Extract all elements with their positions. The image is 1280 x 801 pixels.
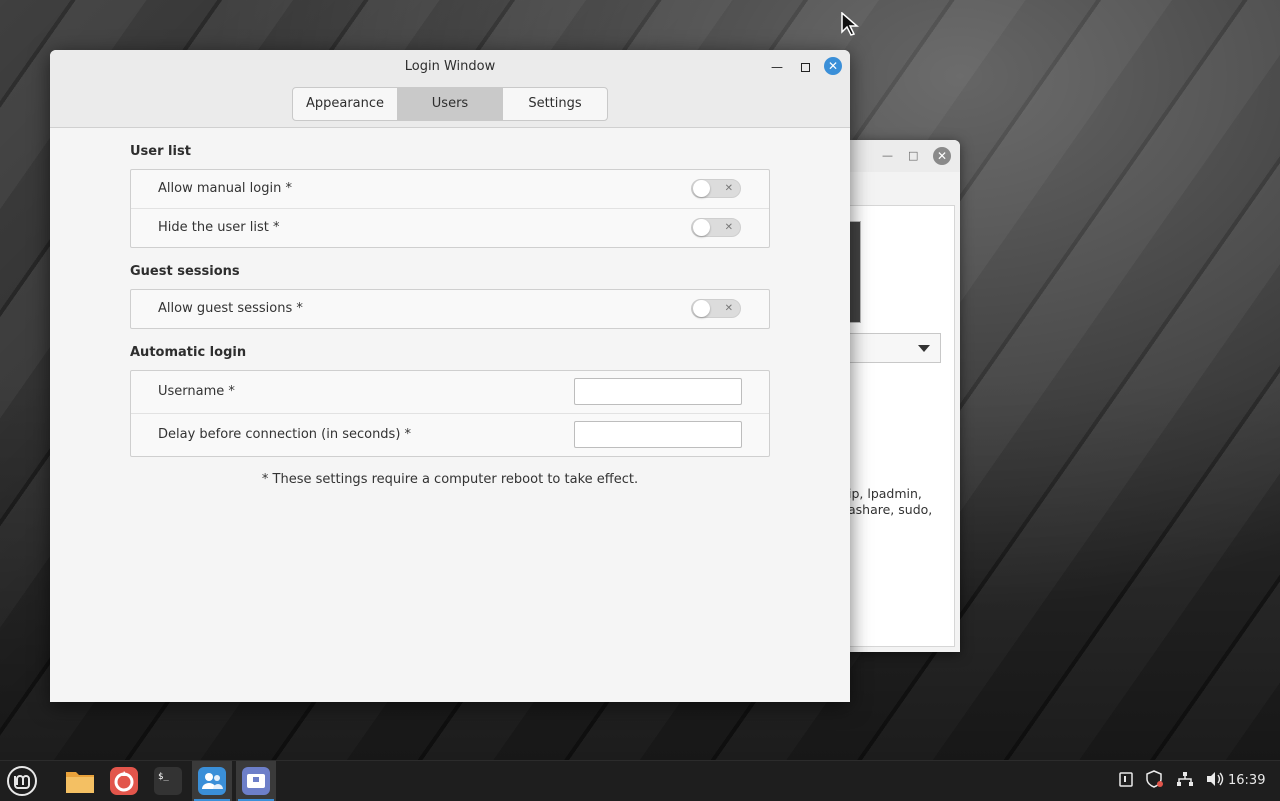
delay-label: Delay before connection (in seconds) * (158, 427, 412, 442)
files-icon[interactable] (60, 761, 100, 801)
login-window-icon[interactable] (236, 761, 276, 801)
network-icon[interactable] (1176, 771, 1194, 791)
delay-field[interactable] (574, 421, 742, 448)
account-type-dropdown[interactable] (850, 333, 941, 363)
taskbar: $_ 16:39 (0, 760, 1280, 801)
login-window: Login Window — ✕ Appearance Users Settin… (50, 50, 850, 702)
tab-switcher: Appearance Users Settings (292, 87, 608, 121)
groups-text: ip, lpadmin, ashare, sudo, (850, 486, 933, 517)
volume-icon[interactable] (1206, 771, 1224, 791)
tab-settings[interactable]: Settings (503, 88, 607, 120)
hide-user-list-row: Hide the user list * ✕ (131, 209, 769, 247)
minimize-icon[interactable]: — (768, 58, 786, 76)
clipboard-icon[interactable] (1118, 771, 1134, 791)
automatic-login-frame: Username * Delay before connection (in s… (130, 370, 770, 457)
update-shield-icon[interactable] (1146, 770, 1164, 792)
mouse-cursor-icon (841, 12, 860, 36)
switch-off-icon: ✕ (724, 183, 733, 194)
users-groups-icon[interactable] (192, 761, 232, 801)
switch-knob (693, 180, 710, 197)
reboot-footnote: * These settings require a computer rebo… (261, 472, 639, 487)
bg-maximize-icon[interactable]: □ (908, 149, 918, 162)
section-title-automatic-login: Automatic login (130, 345, 247, 360)
tab-appearance[interactable]: Appearance (293, 88, 398, 120)
terminal-icon[interactable]: $_ (148, 761, 188, 801)
mint-menu-icon[interactable] (2, 761, 42, 801)
section-title-guest-sessions: Guest sessions (130, 264, 240, 279)
headerbar[interactable]: Login Window — ✕ Appearance Users Settin… (50, 50, 850, 128)
allow-guest-sessions-switch[interactable]: ✕ (691, 299, 741, 318)
allow-manual-login-row: Allow manual login * ✕ (131, 170, 769, 209)
firefox-icon[interactable] (104, 761, 144, 801)
system-tray (1118, 761, 1224, 801)
users-groups-window[interactable]: — □ ✕ ip, lpadmin, ashare, sudo, (850, 140, 960, 652)
allow-guest-sessions-row: Allow guest sessions * ✕ (131, 290, 769, 328)
section-title-user-list: User list (130, 144, 191, 159)
guest-sessions-frame: Allow guest sessions * ✕ (130, 289, 770, 329)
allow-guest-sessions-label: Allow guest sessions * (158, 301, 303, 316)
hide-user-list-switch[interactable]: ✕ (691, 218, 741, 237)
dropdown-arrow-icon (918, 345, 930, 352)
switch-off-icon: ✕ (724, 222, 733, 233)
close-icon[interactable]: ✕ (824, 57, 842, 75)
clock[interactable]: 16:39 (1228, 773, 1265, 788)
hide-user-list-label: Hide the user list * (158, 220, 280, 235)
switch-knob (693, 219, 710, 236)
username-field[interactable] (574, 378, 742, 405)
allow-manual-login-switch[interactable]: ✕ (691, 179, 741, 198)
bg-close-icon[interactable]: ✕ (933, 147, 951, 165)
tab-users[interactable]: Users (398, 88, 503, 120)
switch-off-icon: ✕ (724, 303, 733, 314)
username-label: Username * (158, 384, 235, 399)
allow-manual-login-label: Allow manual login * (158, 181, 292, 196)
bg-window-panel: ip, lpadmin, ashare, sudo, (850, 205, 955, 647)
bg-window-titlebar[interactable]: — □ ✕ (850, 140, 960, 172)
maximize-icon[interactable] (796, 58, 814, 76)
svg-text:$_: $_ (158, 772, 169, 782)
switch-knob (693, 300, 710, 317)
bg-minimize-icon[interactable]: — (882, 149, 893, 162)
delay-row: Delay before connection (in seconds) * (131, 414, 769, 456)
user-photo[interactable] (850, 221, 861, 323)
user-list-frame: Allow manual login * ✕ Hide the user lis… (130, 169, 770, 248)
username-row: Username * (131, 371, 769, 414)
window-title: Login Window (404, 59, 496, 74)
